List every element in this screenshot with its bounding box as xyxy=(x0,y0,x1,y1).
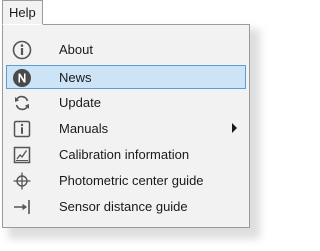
menu-item-news[interactable]: News xyxy=(6,65,246,89)
info-book-icon xyxy=(12,119,32,139)
menu-item-label: About xyxy=(59,42,93,57)
menu-item-label: Update xyxy=(59,95,101,110)
help-menu-title[interactable]: Help xyxy=(2,0,43,25)
arrow-to-line-icon xyxy=(12,197,32,217)
menu-item-label: Photometric center guide xyxy=(59,173,204,188)
menu-item-label: Sensor distance guide xyxy=(59,199,188,214)
menu-item-photometric-center-guide[interactable]: Photometric center guide xyxy=(6,168,246,192)
crosshair-icon xyxy=(12,171,32,191)
menu-item-label: News xyxy=(59,70,92,85)
calibration-icon xyxy=(12,145,32,165)
menu-item-update[interactable]: Update xyxy=(6,90,246,114)
help-dropdown-menu: About News Update Manuals Calibration in… xyxy=(2,24,250,228)
refresh-icon xyxy=(12,93,32,113)
menu-item-label: Manuals xyxy=(59,121,109,136)
news-n-icon xyxy=(12,68,32,88)
menu-item-calibration-information[interactable]: Calibration information xyxy=(6,142,246,166)
menu-item-label: Calibration information xyxy=(59,147,190,162)
info-circle-icon xyxy=(12,40,32,60)
menu-item-about[interactable]: About xyxy=(6,37,246,61)
menu-item-sensor-distance-guide[interactable]: Sensor distance guide xyxy=(6,194,246,218)
menu-item-manuals[interactable]: Manuals xyxy=(6,116,246,140)
submenu-arrow-icon xyxy=(232,123,237,133)
